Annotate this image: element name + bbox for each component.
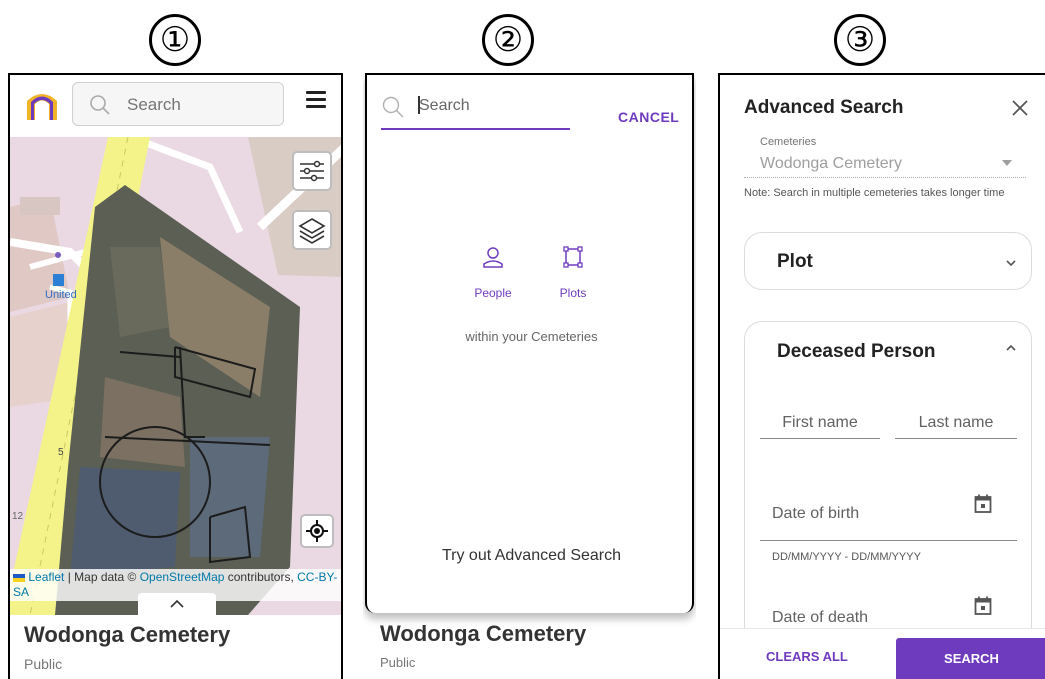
search-placeholder: Search xyxy=(127,95,181,114)
map-label-station: United xyxy=(45,289,77,301)
step-number-2: ② xyxy=(482,14,534,66)
layers-button[interactable] xyxy=(292,210,332,250)
search-icon xyxy=(90,95,110,115)
plots-label: Plots xyxy=(559,286,587,300)
last-name-label: Last name xyxy=(918,414,994,431)
attribution-contrib: contributors, xyxy=(224,570,298,584)
deceased-section-header[interactable]: Deceased Person xyxy=(745,322,1033,378)
map-tiles xyxy=(10,137,341,615)
deceased-person-section: Deceased Person First name Last name Dat… xyxy=(744,321,1032,679)
cemetery-sheet[interactable]: Wodonga Cemetery Public xyxy=(10,615,341,679)
date-of-death-label: Date of death xyxy=(772,609,869,626)
cemeteries-note: Note: Search in multiple cemeteries take… xyxy=(744,187,1005,199)
osm-link[interactable]: OpenStreetMap xyxy=(140,570,225,584)
people-option[interactable]: People xyxy=(471,245,515,300)
layers-icon xyxy=(298,218,326,244)
step-number-3: ③ xyxy=(834,14,886,66)
last-name-underline xyxy=(895,438,1017,439)
search-screen: Search CANCEL People Plots within your C… xyxy=(363,73,696,679)
filter-button[interactable] xyxy=(292,151,332,191)
cemeteries-value: Wodonga Cemetery xyxy=(760,155,902,172)
top-bar: Search xyxy=(10,75,341,137)
first-name-underline xyxy=(760,438,880,439)
search-input[interactable]: Search xyxy=(72,82,284,126)
search-button-label: SEARCH xyxy=(944,651,999,666)
calendar-icon xyxy=(974,596,992,615)
search-icon xyxy=(382,96,404,118)
action-bar: CLEARS ALL SEARCH xyxy=(720,628,1045,679)
date-of-birth-underline xyxy=(760,540,1017,541)
search-button[interactable]: SEARCH xyxy=(896,638,1045,679)
map-screen: United 5 12 Leaflet | Map data © OpenStr… xyxy=(8,73,343,679)
locate-button[interactable] xyxy=(300,514,334,548)
locate-icon xyxy=(306,520,328,542)
plot-icon xyxy=(563,246,583,268)
cemetery-type: Public xyxy=(24,656,63,672)
advanced-search-screen: Advanced Search Cemeteries Wodonga Cemet… xyxy=(718,73,1045,679)
chevron-up-icon xyxy=(1006,344,1016,351)
clear-all-button[interactable]: CLEARS ALL xyxy=(766,649,848,664)
sheet-expand-handle[interactable] xyxy=(138,593,216,615)
plot-section[interactable]: Plot xyxy=(744,232,1032,290)
search-field[interactable]: Search xyxy=(418,93,568,119)
step-number-1: ① xyxy=(149,14,201,66)
scope-text: within your Cemeteries xyxy=(465,329,598,344)
calendar-icon xyxy=(974,494,992,513)
cemetery-type: Public xyxy=(380,655,416,670)
plot-section-title: Plot xyxy=(777,251,813,272)
leaflet-link[interactable]: Leaflet xyxy=(28,570,64,584)
search-value: Search xyxy=(419,97,470,114)
attribution-sep: | Map data © xyxy=(64,570,140,584)
map-label-number: 5 xyxy=(58,447,64,458)
map-view[interactable]: United 5 12 Leaflet | Map data © OpenStr… xyxy=(10,137,341,615)
search-underline xyxy=(381,128,570,130)
map-label-road: 12 xyxy=(12,511,24,522)
first-name-field[interactable]: First name xyxy=(760,402,880,440)
filter-sliders-icon xyxy=(300,160,324,182)
person-icon xyxy=(483,247,503,268)
cemeteries-label: Cemeteries xyxy=(760,136,817,148)
cemetery-name: Wodonga Cemetery xyxy=(24,622,231,647)
advanced-search-title: Advanced Search xyxy=(744,97,904,118)
cemetery-name: Wodonga Cemetery xyxy=(380,621,587,646)
cancel-button[interactable]: CANCEL xyxy=(618,109,679,125)
search-card: Search CANCEL People Plots within your C… xyxy=(365,73,694,613)
app-logo-icon[interactable] xyxy=(24,87,60,123)
first-name-label: First name xyxy=(782,414,858,431)
chevron-down-icon xyxy=(1006,260,1016,267)
plots-option[interactable]: Plots xyxy=(551,245,595,300)
advanced-search-link[interactable]: Try out Advanced Search xyxy=(367,547,696,565)
date-of-birth-field[interactable]: Date of birth xyxy=(760,487,1017,541)
people-label: People xyxy=(474,286,512,300)
chevron-up-icon xyxy=(170,599,184,608)
ukraine-flag-icon xyxy=(13,573,25,582)
close-icon[interactable] xyxy=(1011,99,1029,117)
cemeteries-underline xyxy=(744,177,1026,178)
date-of-birth-label: Date of birth xyxy=(772,505,860,522)
menu-icon[interactable] xyxy=(306,91,326,109)
deceased-section-title: Deceased Person xyxy=(777,341,936,362)
dropdown-arrow-icon xyxy=(1002,160,1012,166)
cemeteries-select[interactable]: Cemeteries Wodonga Cemetery xyxy=(744,135,1026,178)
last-name-field[interactable]: Last name xyxy=(895,402,1017,440)
dob-hint: DD/MM/YYYY - DD/MM/YYYY xyxy=(772,551,921,563)
